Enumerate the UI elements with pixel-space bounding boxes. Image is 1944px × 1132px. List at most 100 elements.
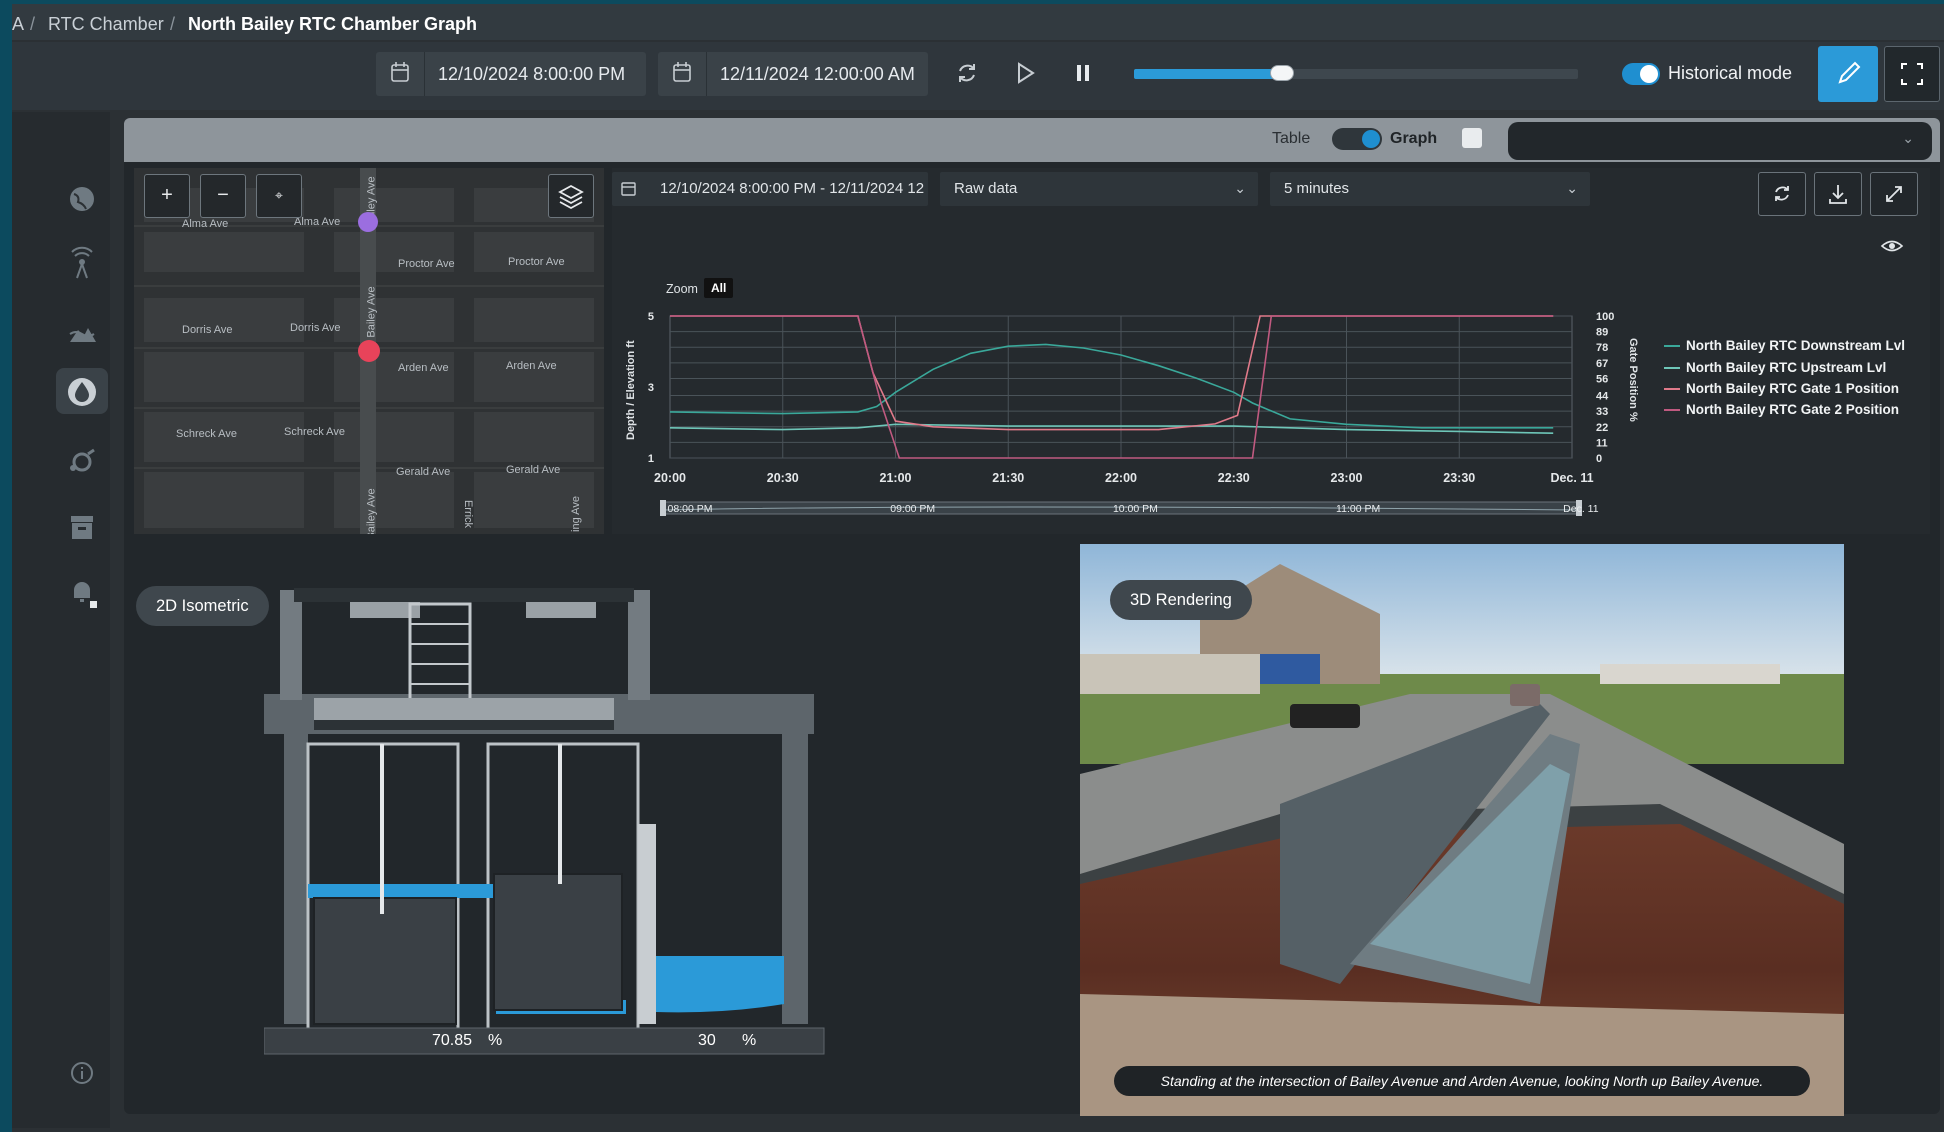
- data-type-value: Raw data: [954, 180, 1018, 197]
- street-label: Dorris Ave: [182, 324, 233, 336]
- sidebar-item-globe[interactable]: [56, 176, 108, 222]
- x-tick-label: 23:00: [1331, 471, 1363, 485]
- right-tick-label: 33: [1596, 406, 1608, 418]
- street-scene-image: [1080, 544, 1844, 1116]
- edit-button[interactable]: [1818, 46, 1878, 102]
- sidebar-item-gauge[interactable]: [56, 438, 108, 484]
- playback-slider-handle[interactable]: [1269, 65, 1294, 81]
- street-label: Errick: [462, 499, 475, 529]
- x-tick-label: 21:00: [880, 471, 912, 485]
- left-tick-label: 5: [648, 311, 654, 323]
- panel-dropdown[interactable]: ⌄: [1508, 122, 1932, 160]
- isometric-view-label[interactable]: 2D Isometric: [136, 586, 269, 626]
- sidebar-item-water[interactable]: [56, 368, 108, 414]
- map-zoom-in-button[interactable]: +: [144, 174, 190, 218]
- right-tick-label: 78: [1596, 342, 1608, 354]
- rendering-caption: Standing at the intersection of Bailey A…: [1114, 1066, 1810, 1096]
- gauge-icon: [70, 448, 95, 472]
- breadcrumb-item-rtc-chamber[interactable]: RTC Chamber: [48, 14, 164, 35]
- breadcrumb: A / RTC Chamber / North Bailey RTC Chamb…: [12, 4, 1944, 40]
- gate2-position-value: 30: [698, 1032, 716, 1049]
- street-label: Bailey Ave: [365, 286, 378, 338]
- calendar-icon[interactable]: [658, 52, 707, 96]
- right-tick-label: 44: [1596, 391, 1609, 403]
- map-layers-button[interactable]: [548, 174, 594, 218]
- legend-item-downstream[interactable]: North Bailey RTC Downstream Lvl: [1664, 338, 1905, 353]
- start-datetime-field[interactable]: 12/10/2024 8:00:00 PM: [376, 52, 646, 96]
- play-icon[interactable]: [1010, 58, 1040, 88]
- level-gate-chart: 100 89 78 67 56 44 33 22 11 0 5 3 120:00 20:30 21:00 21…: [625, 311, 1639, 516]
- graph-view-label[interactable]: Graph: [1390, 130, 1437, 148]
- x-tick-label: 23:30: [1443, 471, 1475, 485]
- refresh-icon: [1775, 186, 1789, 201]
- legend-swatch: [1664, 345, 1680, 348]
- chamber-3d-rendering[interactable]: [1080, 544, 1844, 1116]
- street-label: Schreck Ave: [284, 426, 345, 438]
- legend-label: North Bailey RTC Downstream Lvl: [1686, 338, 1906, 353]
- table-view-label[interactable]: Table: [1272, 130, 1310, 148]
- right-tick-label: 89: [1596, 327, 1608, 339]
- x-tick-label: 22:30: [1218, 471, 1250, 485]
- data-type-select[interactable]: Raw data ⌄: [940, 172, 1258, 206]
- legend-swatch: [1664, 367, 1680, 370]
- street-label: Dorris Ave: [290, 322, 341, 334]
- sidebar-item-archive[interactable]: [56, 504, 108, 550]
- table-graph-toggle[interactable]: [1332, 128, 1382, 150]
- location-map[interactable]: Alma Ave Alma Ave Proctor Ave Proctor Av…: [134, 168, 604, 534]
- right-tick-label: 22: [1596, 422, 1608, 434]
- globe-icon: [70, 187, 94, 211]
- upstream-sensor-marker[interactable]: [358, 212, 378, 232]
- legend-item-upstream[interactable]: North Bailey RTC Upstream Lvl: [1664, 360, 1886, 375]
- legend-item-gate1[interactable]: North Bailey RTC Gate 1 Position: [1664, 381, 1899, 396]
- eye-icon[interactable]: [1880, 236, 1904, 261]
- fullscreen-button[interactable]: [1884, 46, 1940, 102]
- refresh-icon[interactable]: [952, 58, 982, 88]
- navigator-label: Dec. 11: [1563, 503, 1599, 515]
- sidebar-item-landscape[interactable]: [56, 308, 108, 354]
- x-tick-label: 20:00: [654, 471, 686, 485]
- interval-select[interactable]: 5 minutes ⌄: [1270, 172, 1590, 206]
- expand-icon: [1886, 186, 1902, 202]
- sidebar-item-alerts[interactable]: [56, 568, 108, 614]
- landscape-icon: [69, 328, 96, 342]
- navigator-label: 08:00 PM: [668, 503, 713, 515]
- chamber-location-marker[interactable]: [358, 340, 380, 362]
- playback-slider[interactable]: [1134, 65, 1578, 81]
- calendar-icon[interactable]: [376, 52, 425, 96]
- historical-mode-label: Historical mode: [1668, 63, 1793, 83]
- right-axis-label: Gate Position %: [1627, 338, 1639, 422]
- street-label: Alma Ave: [182, 218, 229, 230]
- chart-expand-button[interactable]: [1870, 172, 1918, 216]
- download-icon: [1829, 185, 1847, 204]
- pause-icon[interactable]: [1068, 58, 1098, 88]
- series-line-4: [670, 315, 1554, 459]
- x-tick-label: Dec. 11: [1550, 471, 1593, 485]
- historical-mode-toggle[interactable]: [1622, 63, 1660, 85]
- antenna-icon: [71, 246, 93, 279]
- gate1-unit: %: [488, 1032, 503, 1049]
- info-icon: [71, 1062, 93, 1084]
- sidebar-item-antenna[interactable]: [56, 242, 108, 288]
- sidebar: [12, 112, 110, 1128]
- sidebar-item-info[interactable]: [56, 1050, 108, 1096]
- chevron-down-icon: ⌄: [1902, 130, 1914, 146]
- map-center-button[interactable]: ⌖: [256, 174, 302, 218]
- right-tick-label: 0: [1596, 453, 1602, 465]
- chart-date-range-value: 12/10/2024 8:00:00 PM - 12/11/2024 12: [660, 180, 925, 197]
- legend-item-gate2[interactable]: North Bailey RTC Gate 2 Position: [1664, 402, 1899, 417]
- rendering-view-label[interactable]: 3D Rendering: [1110, 580, 1252, 620]
- street-label: ing Ave: [569, 496, 582, 532]
- playback-slider-fill: [1134, 69, 1281, 79]
- breadcrumb-item-root[interactable]: A: [12, 14, 24, 35]
- map-zoom-out-button[interactable]: −: [200, 174, 246, 218]
- panel-checkbox[interactable]: [1462, 128, 1482, 148]
- gate2-unit: %: [742, 1032, 757, 1049]
- street-label: Bailey Ave: [365, 488, 378, 534]
- chart-download-button[interactable]: [1814, 172, 1862, 216]
- chart-refresh-button[interactable]: [1758, 172, 1806, 216]
- end-datetime-field[interactable]: 12/11/2024 12:00:00 AM: [658, 52, 928, 96]
- right-tick-label: 67: [1596, 358, 1608, 370]
- pencil-icon: [1838, 61, 1861, 84]
- start-datetime-value: 12/10/2024 8:00:00 PM: [438, 64, 626, 84]
- chart-date-range-field[interactable]: 12/10/2024 8:00:00 PM - 12/11/2024 12: [612, 172, 928, 206]
